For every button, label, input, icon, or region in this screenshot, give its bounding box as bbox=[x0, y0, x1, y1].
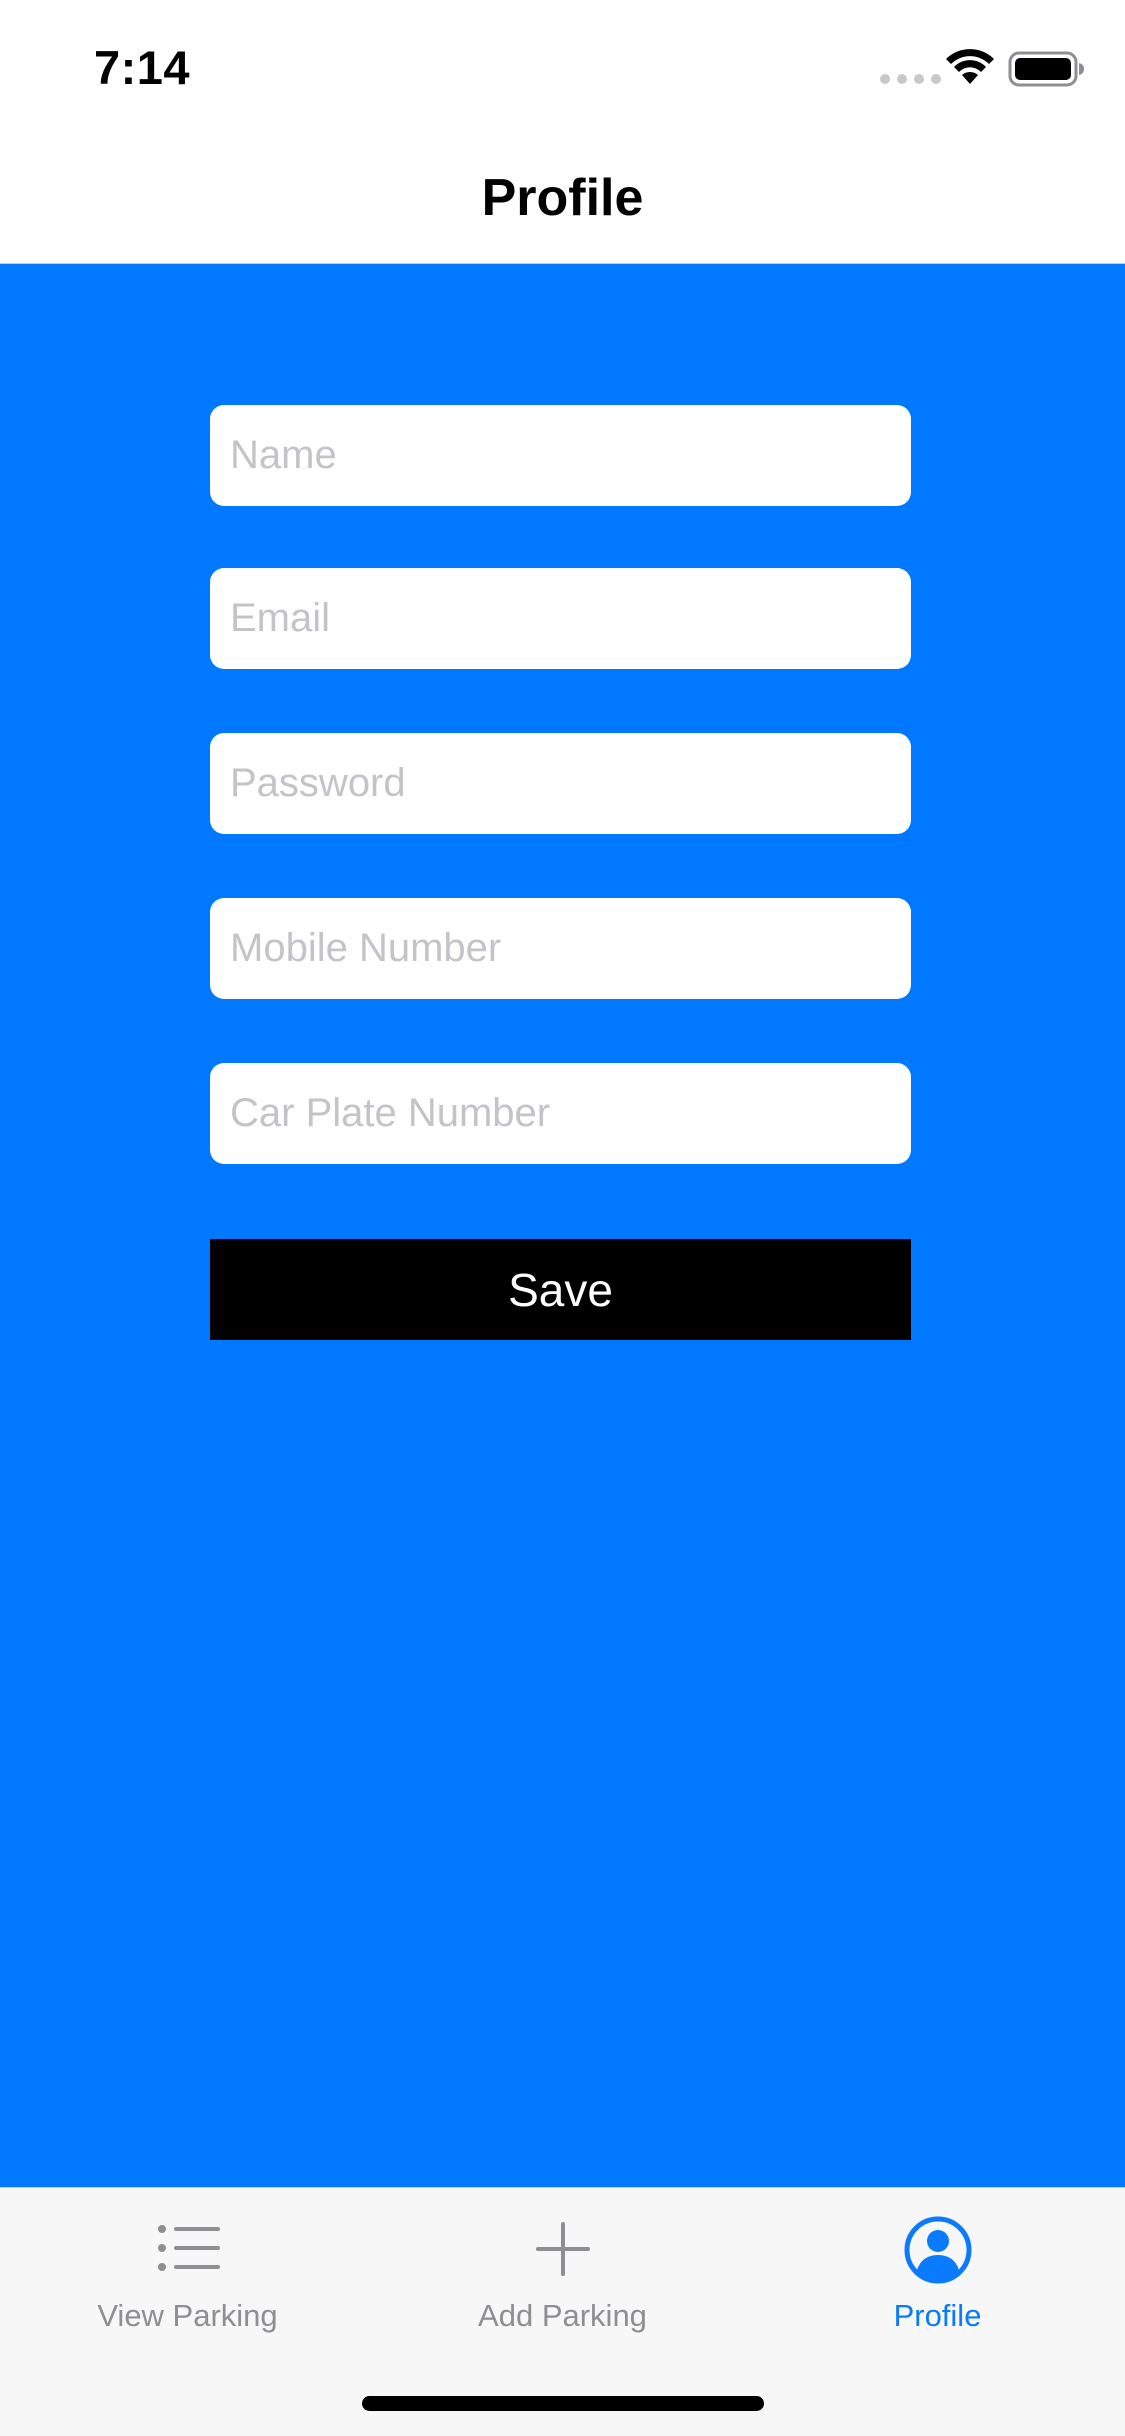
car-plate-number-field[interactable] bbox=[210, 1063, 911, 1164]
battery-icon bbox=[1008, 51, 1084, 87]
tab-view-parking[interactable]: View Parking bbox=[0, 2188, 375, 2353]
home-indicator bbox=[362, 2396, 764, 2411]
tab-view-parking-label: View Parking bbox=[97, 2298, 278, 2333]
navigation-bar: Profile bbox=[0, 132, 1125, 264]
password-input[interactable] bbox=[210, 733, 911, 834]
email-field[interactable] bbox=[210, 568, 911, 669]
tab-profile-label: Profile bbox=[893, 2298, 982, 2333]
password-field[interactable] bbox=[210, 733, 911, 834]
profile-screen: 7:14 Profile Name Email Mobile Number Ca… bbox=[0, 0, 1125, 2436]
page-title: Profile bbox=[481, 169, 644, 227]
tab-add-parking[interactable]: Add Parking bbox=[375, 2188, 750, 2353]
tab-profile[interactable]: Profile bbox=[750, 2188, 1125, 2353]
tab-add-parking-label: Add Parking bbox=[478, 2298, 647, 2333]
mobile-number-input[interactable] bbox=[210, 898, 911, 999]
name-input[interactable] bbox=[210, 405, 911, 506]
email-input[interactable] bbox=[210, 568, 911, 669]
plus-icon bbox=[535, 2222, 590, 2276]
save-button[interactable]: Save bbox=[210, 1239, 911, 1340]
status-time: 7:14 bbox=[94, 41, 191, 94]
status-bar: 7:14 bbox=[0, 0, 1125, 132]
profile-form-area: Save bbox=[0, 264, 1125, 2187]
list-icon bbox=[157, 2225, 220, 2271]
person-circle-icon bbox=[904, 2216, 971, 2284]
cellular-signal-icon bbox=[880, 74, 941, 84]
name-field[interactable] bbox=[210, 405, 911, 506]
mobile-number-field[interactable] bbox=[210, 898, 911, 999]
wifi-icon bbox=[946, 49, 994, 84]
car-plate-number-input[interactable] bbox=[210, 1063, 911, 1164]
